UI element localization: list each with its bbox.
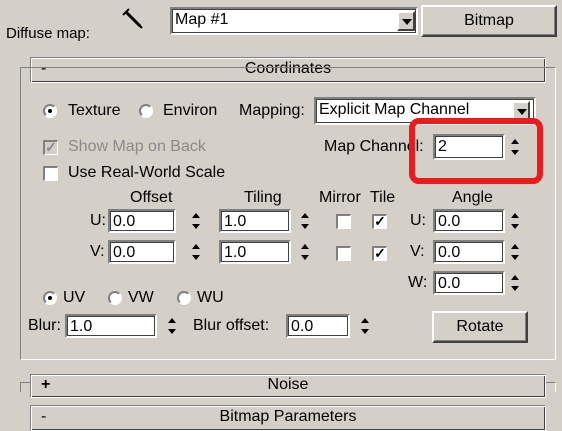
u-tiling-spinner[interactable] [298, 210, 312, 232]
tiling-header: Tiling [244, 189, 282, 206]
map-name-field[interactable]: Map #1 [170, 7, 418, 35]
blur-offset-field[interactable]: 0.0 [286, 314, 350, 338]
v-angle-label: V: [410, 243, 425, 260]
texture-radio[interactable] [43, 104, 57, 118]
blur-spinner[interactable] [165, 315, 179, 337]
v-angle-spinner[interactable] [508, 241, 522, 263]
u-angle-value: 0.0 [438, 213, 461, 230]
expand-sign: + [41, 376, 51, 393]
u-offset-label: U: [90, 212, 106, 229]
blur-label: Blur: [28, 317, 61, 334]
map-name-dropdown-arrow[interactable] [397, 11, 415, 31]
u-angle-label: U: [410, 212, 426, 229]
v-mirror-checkbox[interactable] [336, 246, 351, 261]
wu-radio[interactable] [177, 291, 191, 305]
eyedropper-icon[interactable] [120, 8, 146, 34]
offset-header: Offset [130, 189, 173, 206]
environ-radio[interactable] [139, 104, 153, 118]
bitmap-parameters-rollout-header[interactable]: - Bitmap Parameters [30, 405, 546, 431]
u-mirror-checkbox[interactable] [336, 214, 351, 229]
u-tiling-field[interactable]: 1.0 [219, 209, 291, 233]
use-real-world-scale-checkbox[interactable] [43, 166, 58, 181]
u-offset-field[interactable]: 0.0 [108, 209, 176, 233]
blur-field[interactable]: 1.0 [65, 314, 157, 338]
v-tiling-field[interactable]: 1.0 [219, 240, 291, 264]
use-real-world-scale-label: Use Real-World Scale [68, 164, 226, 181]
v-offset-field[interactable]: 0.0 [108, 240, 176, 264]
diffuse-map-label: Diffuse map: [6, 25, 90, 42]
u-offset-spinner[interactable] [189, 210, 203, 232]
show-map-on-back-label: Show Map on Back [68, 138, 206, 155]
u-offset-value: 0.0 [113, 213, 136, 230]
w-angle-value: 0.0 [438, 275, 461, 292]
vw-radio[interactable] [108, 291, 122, 305]
w-angle-field[interactable]: 0.0 [433, 271, 505, 295]
v-tiling-spinner[interactable] [298, 241, 312, 263]
w-angle-spinner[interactable] [508, 272, 522, 294]
collapse-sign: - [41, 408, 47, 425]
angle-header: Angle [452, 189, 493, 206]
wu-label: WU [197, 289, 224, 306]
v-tile-checkbox[interactable]: ✓ [372, 246, 387, 261]
highlight-box [409, 118, 543, 184]
tile-header: Tile [370, 189, 396, 206]
w-angle-label: W: [408, 274, 428, 291]
map-name-value: Map #1 [175, 11, 229, 28]
v-angle-field[interactable]: 0.0 [433, 240, 505, 264]
v-angle-value: 0.0 [438, 244, 461, 261]
show-map-on-back-checkbox[interactable]: ✓ [43, 140, 58, 155]
u-tiling-value: 1.0 [224, 213, 247, 230]
texture-label: Texture [68, 102, 121, 119]
uv-radio[interactable] [43, 291, 57, 305]
mirror-header: Mirror [319, 189, 361, 206]
noise-title: Noise [267, 376, 309, 393]
rotate-button[interactable]: Rotate [432, 311, 528, 343]
u-angle-spinner[interactable] [508, 210, 522, 232]
v-tiling-value: 1.0 [224, 244, 247, 261]
blur-offset-label: Blur offset: [193, 317, 270, 334]
blur-offset-spinner[interactable] [358, 315, 372, 337]
v-offset-value: 0.0 [113, 244, 136, 261]
u-tile-checkbox[interactable]: ✓ [372, 214, 387, 229]
mapping-label: Mapping: [239, 102, 305, 119]
environ-label: Environ [163, 102, 218, 119]
mapping-value: Explicit Map Channel [319, 101, 470, 118]
blur-offset-value: 0.0 [291, 318, 314, 335]
u-angle-field[interactable]: 0.0 [433, 209, 505, 233]
bitmap-parameters-title: Bitmap Parameters [219, 408, 357, 425]
bitmap-type-button[interactable]: Bitmap [421, 5, 557, 37]
noise-rollout-header[interactable]: + Noise [30, 374, 546, 398]
blur-value: 1.0 [70, 318, 93, 335]
v-offset-spinner[interactable] [189, 241, 203, 263]
v-offset-label: V: [90, 243, 105, 260]
uv-label: UV [63, 289, 86, 306]
vw-label: VW [128, 289, 154, 306]
